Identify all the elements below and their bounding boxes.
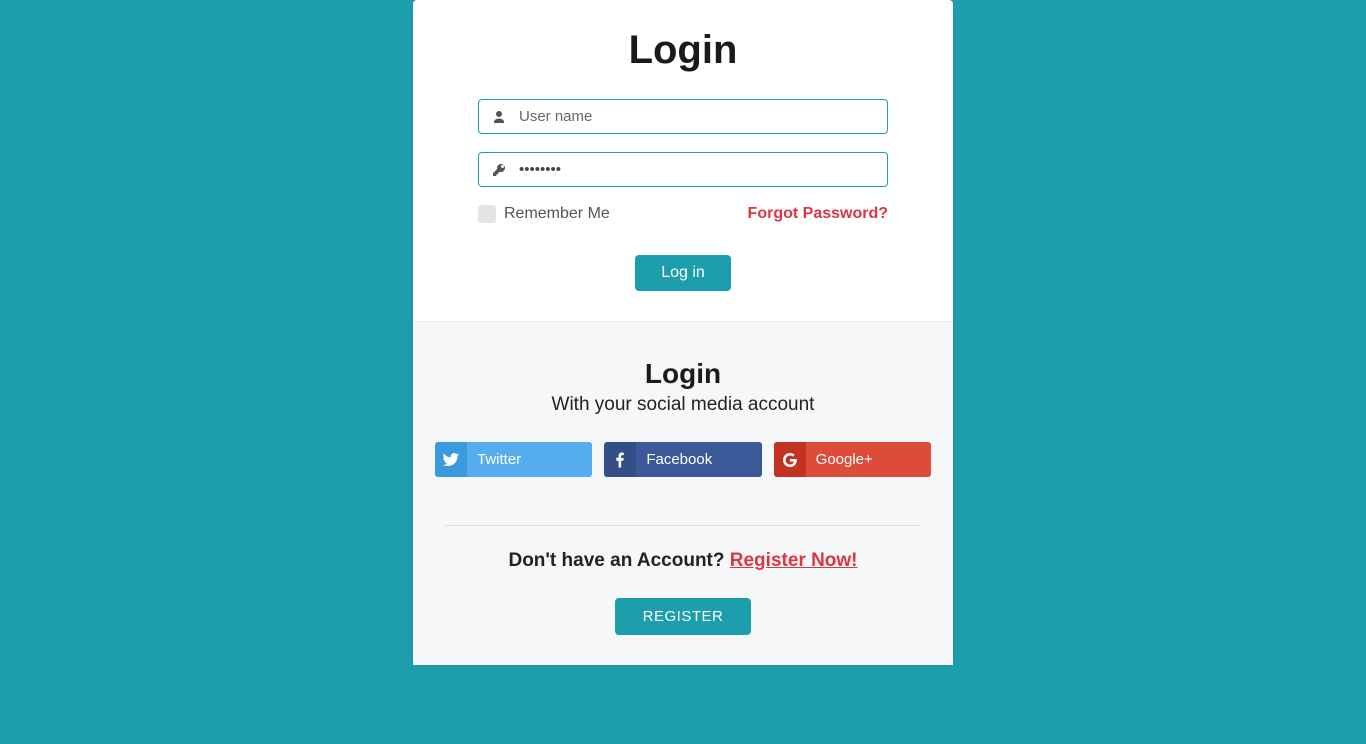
- password-field-wrap[interactable]: [478, 152, 888, 187]
- social-buttons-row: Twitter Facebook Google+: [435, 442, 931, 477]
- twitter-label: Twitter: [467, 442, 592, 477]
- twitter-icon: [435, 442, 467, 477]
- register-prompt-text: Don't have an Account?: [508, 550, 729, 571]
- google-icon: [774, 442, 806, 477]
- password-input[interactable]: [519, 161, 875, 178]
- user-icon: [491, 109, 507, 125]
- facebook-label: Facebook: [636, 442, 761, 477]
- form-options-row: Remember Me Forgot Password?: [478, 205, 888, 223]
- facebook-icon: [604, 442, 636, 477]
- page-title: Login: [448, 28, 918, 73]
- key-icon: [491, 162, 507, 178]
- twitter-login-button[interactable]: Twitter: [435, 442, 592, 477]
- register-button[interactable]: REGISTER: [615, 598, 752, 635]
- login-card: Login Remember Me Forgot Password?: [413, 0, 953, 665]
- facebook-login-button[interactable]: Facebook: [604, 442, 761, 477]
- social-title: Login: [435, 358, 931, 390]
- forgot-password-link[interactable]: Forgot Password?: [748, 205, 888, 223]
- register-prompt: Don't have an Account? Register Now!: [435, 550, 931, 572]
- login-button[interactable]: Log in: [635, 255, 731, 291]
- register-now-link[interactable]: Register Now!: [730, 550, 858, 571]
- remember-me-label[interactable]: Remember Me: [478, 205, 610, 223]
- remember-me-text: Remember Me: [504, 205, 610, 223]
- divider: [445, 525, 921, 526]
- remember-me-checkbox[interactable]: [478, 205, 496, 223]
- social-subtitle: With your social media account: [435, 394, 931, 416]
- login-form-section: Login Remember Me Forgot Password?: [413, 0, 953, 321]
- google-label: Google+: [806, 442, 931, 477]
- username-field-wrap[interactable]: [478, 99, 888, 134]
- social-section: Login With your social media account Twi…: [413, 321, 953, 665]
- google-login-button[interactable]: Google+: [774, 442, 931, 477]
- login-form: Remember Me Forgot Password? Log in: [448, 99, 918, 291]
- username-input[interactable]: [519, 108, 875, 125]
